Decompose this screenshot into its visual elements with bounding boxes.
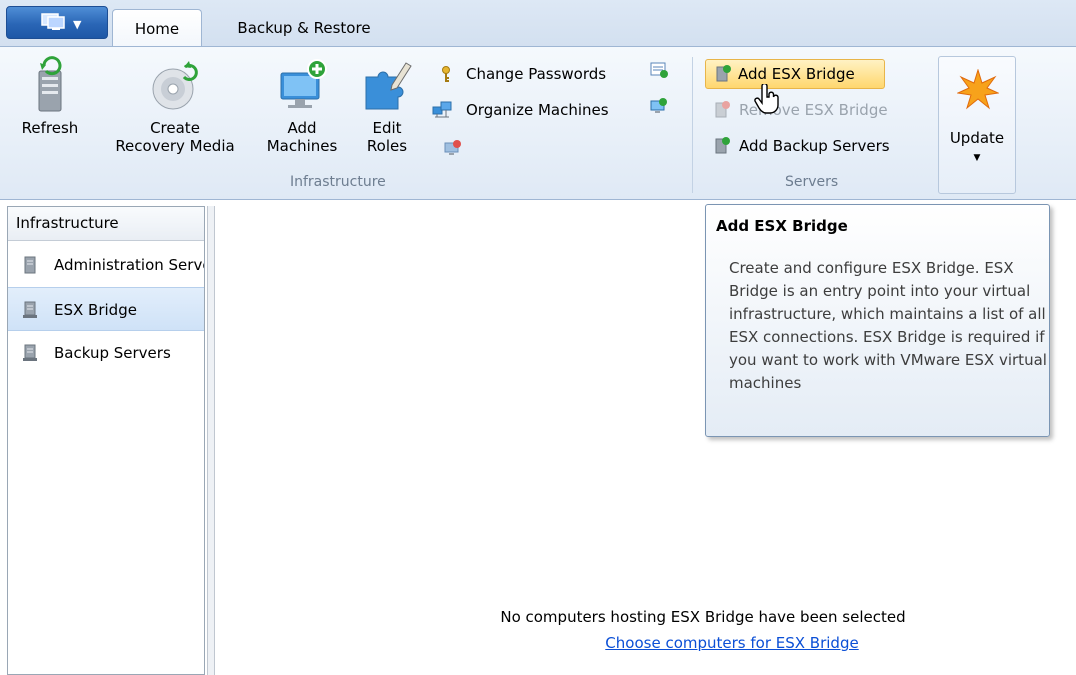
server-refresh-icon xyxy=(38,56,62,112)
list-add-icon[interactable] xyxy=(650,61,668,79)
add-backup-servers-label: Add Backup Servers xyxy=(739,137,890,155)
nav-item-esx-bridge[interactable]: ESX Bridge xyxy=(8,287,204,331)
puzzle-pen-icon xyxy=(365,62,412,110)
add-esx-bridge-tooltip: Add ESX Bridge Create and configure ESX … xyxy=(705,204,1050,437)
starburst-icon xyxy=(957,69,999,110)
nav-item-label: Administration Servers xyxy=(54,256,204,274)
add-esx-bridge-button[interactable]: Add ESX Bridge xyxy=(705,59,885,89)
change-passwords-button[interactable]: Change Passwords xyxy=(440,61,640,87)
update-label: Update xyxy=(949,129,1005,147)
edit-roles-label-line2: Roles xyxy=(366,137,408,155)
monitor-add-icon xyxy=(280,59,327,108)
server-icon xyxy=(23,344,37,361)
add-machines-label-line1: Add xyxy=(287,119,317,137)
add-backup-servers-button[interactable]: Add Backup Servers xyxy=(713,133,923,159)
application-menu-button[interactable]: ▼ xyxy=(6,6,108,39)
nav-item-label: ESX Bridge xyxy=(54,301,137,319)
servers-group-label: Servers xyxy=(785,174,839,190)
nav-item-backup-servers[interactable]: Backup Servers xyxy=(8,331,204,375)
create-label-line1: Create xyxy=(150,119,200,137)
create-label-line2: Recovery Media xyxy=(115,137,235,155)
tooltip-title: Add ESX Bridge xyxy=(716,217,848,235)
network-computers-icon xyxy=(432,101,452,118)
monitor-add-small-icon[interactable] xyxy=(650,97,668,115)
create-recovery-media-button[interactable]: Create Recovery Media xyxy=(100,55,250,155)
server-add-icon xyxy=(715,137,730,154)
add-machines-button[interactable]: Add Machines xyxy=(256,55,348,155)
disc-icon xyxy=(152,61,198,110)
ribbon-tab-strip: ▼ Home Backup & Restore xyxy=(0,0,1076,46)
ribbon: Refresh Create Recovery Media Add Machin… xyxy=(0,46,1076,200)
infrastructure-pane-header: Infrastructure xyxy=(8,207,204,241)
ribbon-separator xyxy=(692,57,693,193)
tooltip-body: Create and configure ESX Bridge. ESX Bri… xyxy=(729,259,1047,392)
empty-state-message: No computers hosting ESX Bridge have bee… xyxy=(500,608,906,626)
hand-cursor-icon xyxy=(754,84,779,114)
server-icon xyxy=(23,301,37,318)
infrastructure-pane: Infrastructure Administration Servers ES… xyxy=(7,206,205,675)
tab-home[interactable]: Home xyxy=(112,9,202,46)
pane-splitter[interactable] xyxy=(207,206,215,675)
edit-roles-button[interactable]: Edit Roles xyxy=(352,55,422,155)
nav-item-administration-servers[interactable]: Administration Servers xyxy=(8,243,204,287)
change-passwords-label: Change Passwords xyxy=(466,65,607,83)
organize-machines-label: Organize Machines xyxy=(466,101,609,119)
server-icon xyxy=(24,256,36,274)
server-remove-icon xyxy=(715,101,730,118)
organize-machines-button[interactable]: Organize Machines xyxy=(432,97,642,123)
monitor-remove-icon[interactable] xyxy=(444,139,462,157)
refresh-label: Refresh xyxy=(21,119,79,137)
tab-backup-restore[interactable]: Backup & Restore xyxy=(214,9,394,46)
infrastructure-group-label: Infrastructure xyxy=(290,174,386,190)
choose-computers-link[interactable]: Choose computers for ESX Bridge xyxy=(216,634,1076,652)
chevron-down-icon: ▼ xyxy=(73,18,82,31)
nav-item-label: Backup Servers xyxy=(54,344,171,362)
chevron-down-icon: ▼ xyxy=(973,153,981,163)
remove-esx-bridge-button[interactable]: Remove ESX Bridge xyxy=(713,97,923,123)
add-machines-label-line2: Machines xyxy=(266,137,338,155)
update-button[interactable]: Update ▼ xyxy=(938,56,1016,194)
server-add-icon xyxy=(716,65,731,82)
edit-roles-label-line1: Edit xyxy=(372,119,402,137)
refresh-button[interactable]: Refresh xyxy=(14,55,86,137)
computer-icon xyxy=(41,13,65,30)
keys-icon xyxy=(442,66,450,82)
